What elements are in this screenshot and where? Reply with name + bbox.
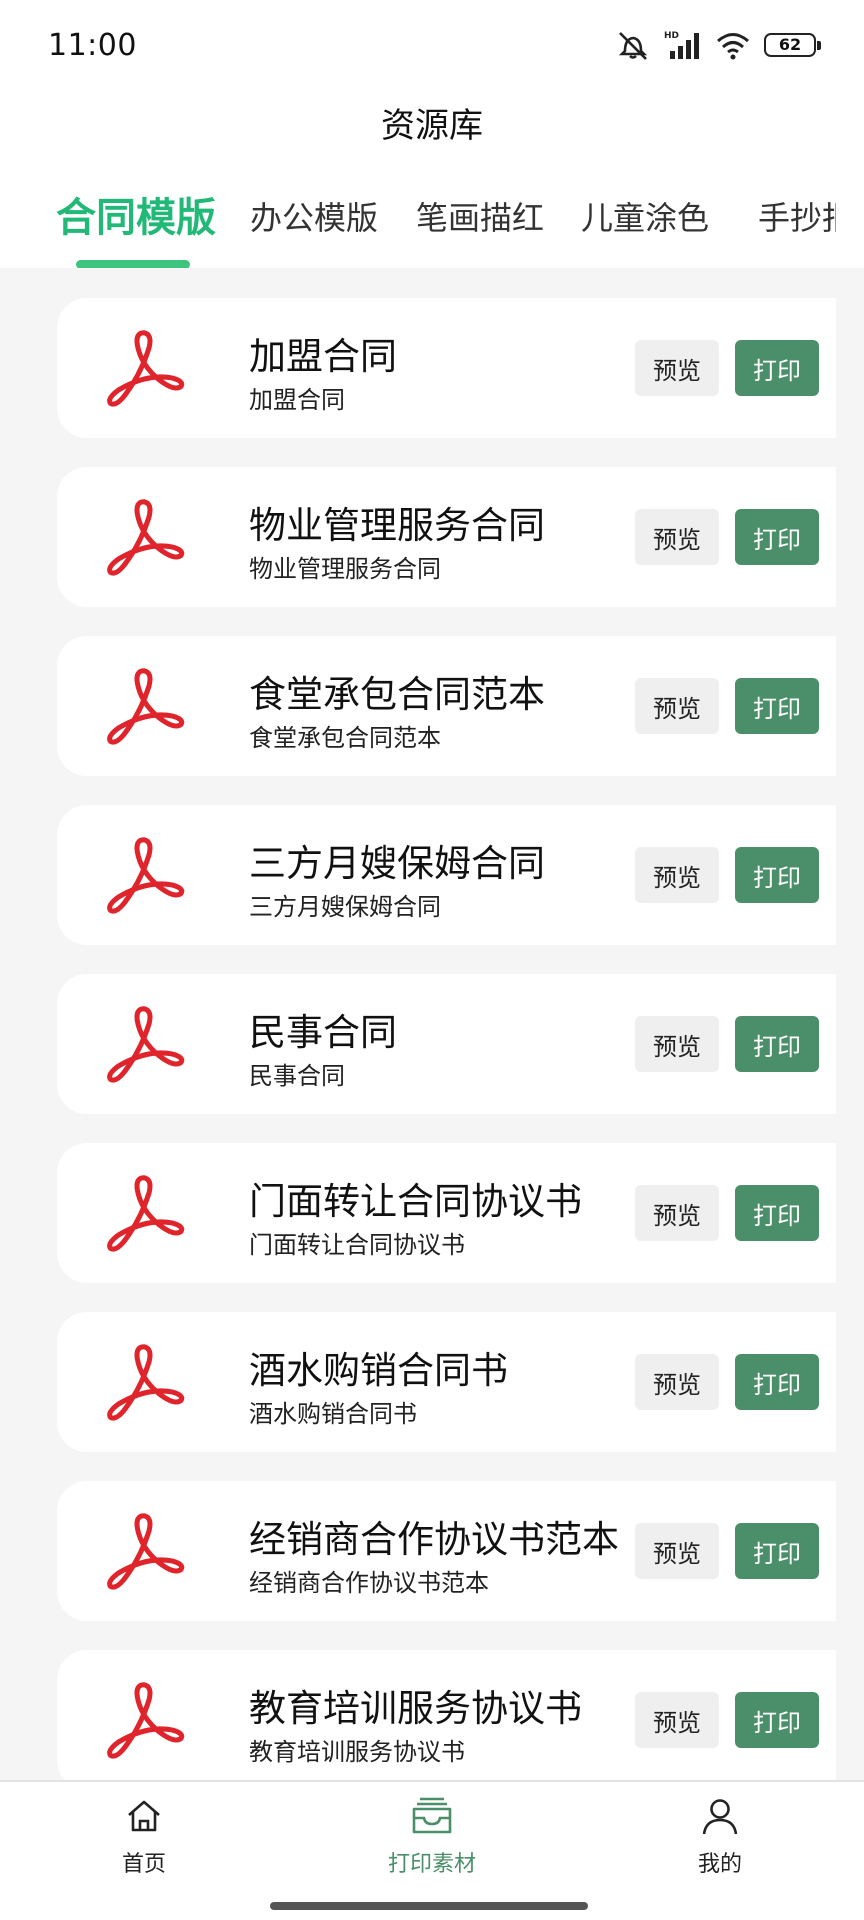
pdf-icon — [107, 330, 185, 407]
status-time: 11:00 — [48, 28, 137, 63]
list-item[interactable]: 门面转让合同协议书 门面转让合同协议书 预览 打印 — [57, 1143, 836, 1283]
pdf-icon — [107, 1682, 185, 1759]
item-subtitle: 门面转让合同协议书 — [249, 1231, 465, 1259]
tab-kids-coloring[interactable]: 儿童涂色 — [581, 188, 709, 248]
print-button[interactable]: 打印 — [735, 509, 819, 565]
preview-button[interactable]: 预览 — [635, 1016, 719, 1072]
list-item[interactable]: 物业管理服务合同 物业管理服务合同 预览 打印 — [57, 467, 836, 607]
preview-button[interactable]: 预览 — [635, 340, 719, 396]
print-button[interactable]: 打印 — [735, 678, 819, 734]
print-button[interactable]: 打印 — [735, 340, 819, 396]
nav-home[interactable]: 首页 — [64, 1796, 224, 1896]
nav-mine[interactable]: 我的 — [640, 1796, 800, 1896]
print-button[interactable]: 打印 — [735, 1185, 819, 1241]
list-item[interactable]: 三方月嫂保姆合同 三方月嫂保姆合同 预览 打印 — [57, 805, 836, 945]
status-bar: 11:00 HD 62 — [0, 0, 864, 92]
list-item[interactable]: 食堂承包合同范本 食堂承包合同范本 预览 打印 — [57, 636, 836, 776]
print-button[interactable]: 打印 — [735, 1692, 819, 1748]
network-label: HD — [664, 31, 679, 41]
mute-icon — [618, 32, 648, 60]
pdf-icon — [107, 837, 185, 914]
item-title: 加盟合同 — [249, 335, 397, 378]
tab-office-templates[interactable]: 办公模版 — [250, 188, 378, 248]
item-subtitle: 民事合同 — [249, 1062, 345, 1090]
tab-contract-templates[interactable]: 合同模版 — [56, 188, 216, 248]
home-icon — [128, 1800, 160, 1832]
tab-handwritten-newspaper[interactable]: 手抄报 — [758, 188, 836, 248]
item-title: 食堂承包合同范本 — [249, 673, 545, 716]
preview-button[interactable]: 预览 — [635, 678, 719, 734]
preview-button[interactable]: 预览 — [635, 1523, 719, 1579]
preview-button[interactable]: 预览 — [635, 1354, 719, 1410]
list-item[interactable]: 教育培训服务协议书 教育培训服务协议书 预览 打印 — [57, 1650, 836, 1790]
page-title: 资源库 — [381, 106, 483, 146]
list-item[interactable]: 民事合同 民事合同 预览 打印 — [57, 974, 836, 1114]
preview-button[interactable]: 预览 — [635, 1692, 719, 1748]
print-button[interactable]: 打印 — [735, 1354, 819, 1410]
preview-button[interactable]: 预览 — [635, 847, 719, 903]
tray-icon — [412, 1797, 452, 1834]
item-title: 门面转让合同协议书 — [249, 1180, 582, 1223]
preview-button[interactable]: 预览 — [635, 1185, 719, 1241]
item-title: 三方月嫂保姆合同 — [249, 842, 545, 885]
pdf-icon — [107, 1175, 185, 1252]
pdf-icon — [107, 668, 185, 745]
pdf-icon — [107, 1006, 185, 1083]
item-subtitle: 加盟合同 — [249, 386, 345, 414]
item-title: 经销商合作协议书范本 — [249, 1518, 619, 1561]
pdf-icon — [107, 499, 185, 576]
user-icon — [702, 1799, 738, 1835]
item-subtitle: 经销商合作协议书范本 — [249, 1569, 489, 1597]
battery-indicator: 62 — [764, 33, 821, 57]
home-indicator[interactable] — [270, 1902, 588, 1910]
nav-print-materials[interactable]: 打印素材 — [352, 1796, 512, 1896]
list-item[interactable]: 酒水购销合同书 酒水购销合同书 预览 打印 — [57, 1312, 836, 1452]
nav-print-materials-label: 打印素材 — [387, 1852, 476, 1877]
item-subtitle: 食堂承包合同范本 — [249, 724, 441, 752]
item-title: 酒水购销合同书 — [249, 1349, 508, 1392]
item-title: 教育培训服务协议书 — [249, 1687, 582, 1730]
item-subtitle: 教育培训服务协议书 — [249, 1738, 465, 1766]
print-button[interactable]: 打印 — [735, 847, 819, 903]
item-title: 物业管理服务合同 — [249, 504, 545, 547]
print-button[interactable]: 打印 — [735, 1016, 819, 1072]
print-button[interactable]: 打印 — [735, 1523, 819, 1579]
list-item[interactable]: 经销商合作协议书范本 经销商合作协议书范本 预览 打印 — [57, 1481, 836, 1621]
item-subtitle: 三方月嫂保姆合同 — [249, 893, 441, 921]
preview-button[interactable]: 预览 — [635, 509, 719, 565]
active-tab-underline — [76, 260, 190, 268]
top-bar: 11:00 HD 62 资源库 合同模版 办公模版 笔画描红 儿童涂色 手抄 — [0, 0, 864, 268]
pdf-icon — [107, 1344, 185, 1421]
nav-home-label: 首页 — [121, 1852, 166, 1877]
status-icons: HD 62 — [616, 28, 821, 62]
bottom-nav: 首页 打印素材 我的 — [0, 1780, 864, 1920]
pdf-icon — [107, 1513, 185, 1590]
signal-icon: HD — [664, 31, 699, 59]
category-tabs: 合同模版 办公模版 笔画描红 儿童涂色 手抄报 — [0, 188, 836, 268]
item-subtitle: 酒水购销合同书 — [249, 1400, 417, 1428]
tab-stroke-tracing[interactable]: 笔画描红 — [416, 188, 544, 248]
item-subtitle: 物业管理服务合同 — [249, 555, 441, 583]
nav-mine-label: 我的 — [697, 1852, 742, 1877]
list-item[interactable]: 加盟合同 加盟合同 预览 打印 — [57, 298, 836, 438]
wifi-icon — [717, 33, 749, 60]
item-title: 民事合同 — [249, 1011, 397, 1054]
